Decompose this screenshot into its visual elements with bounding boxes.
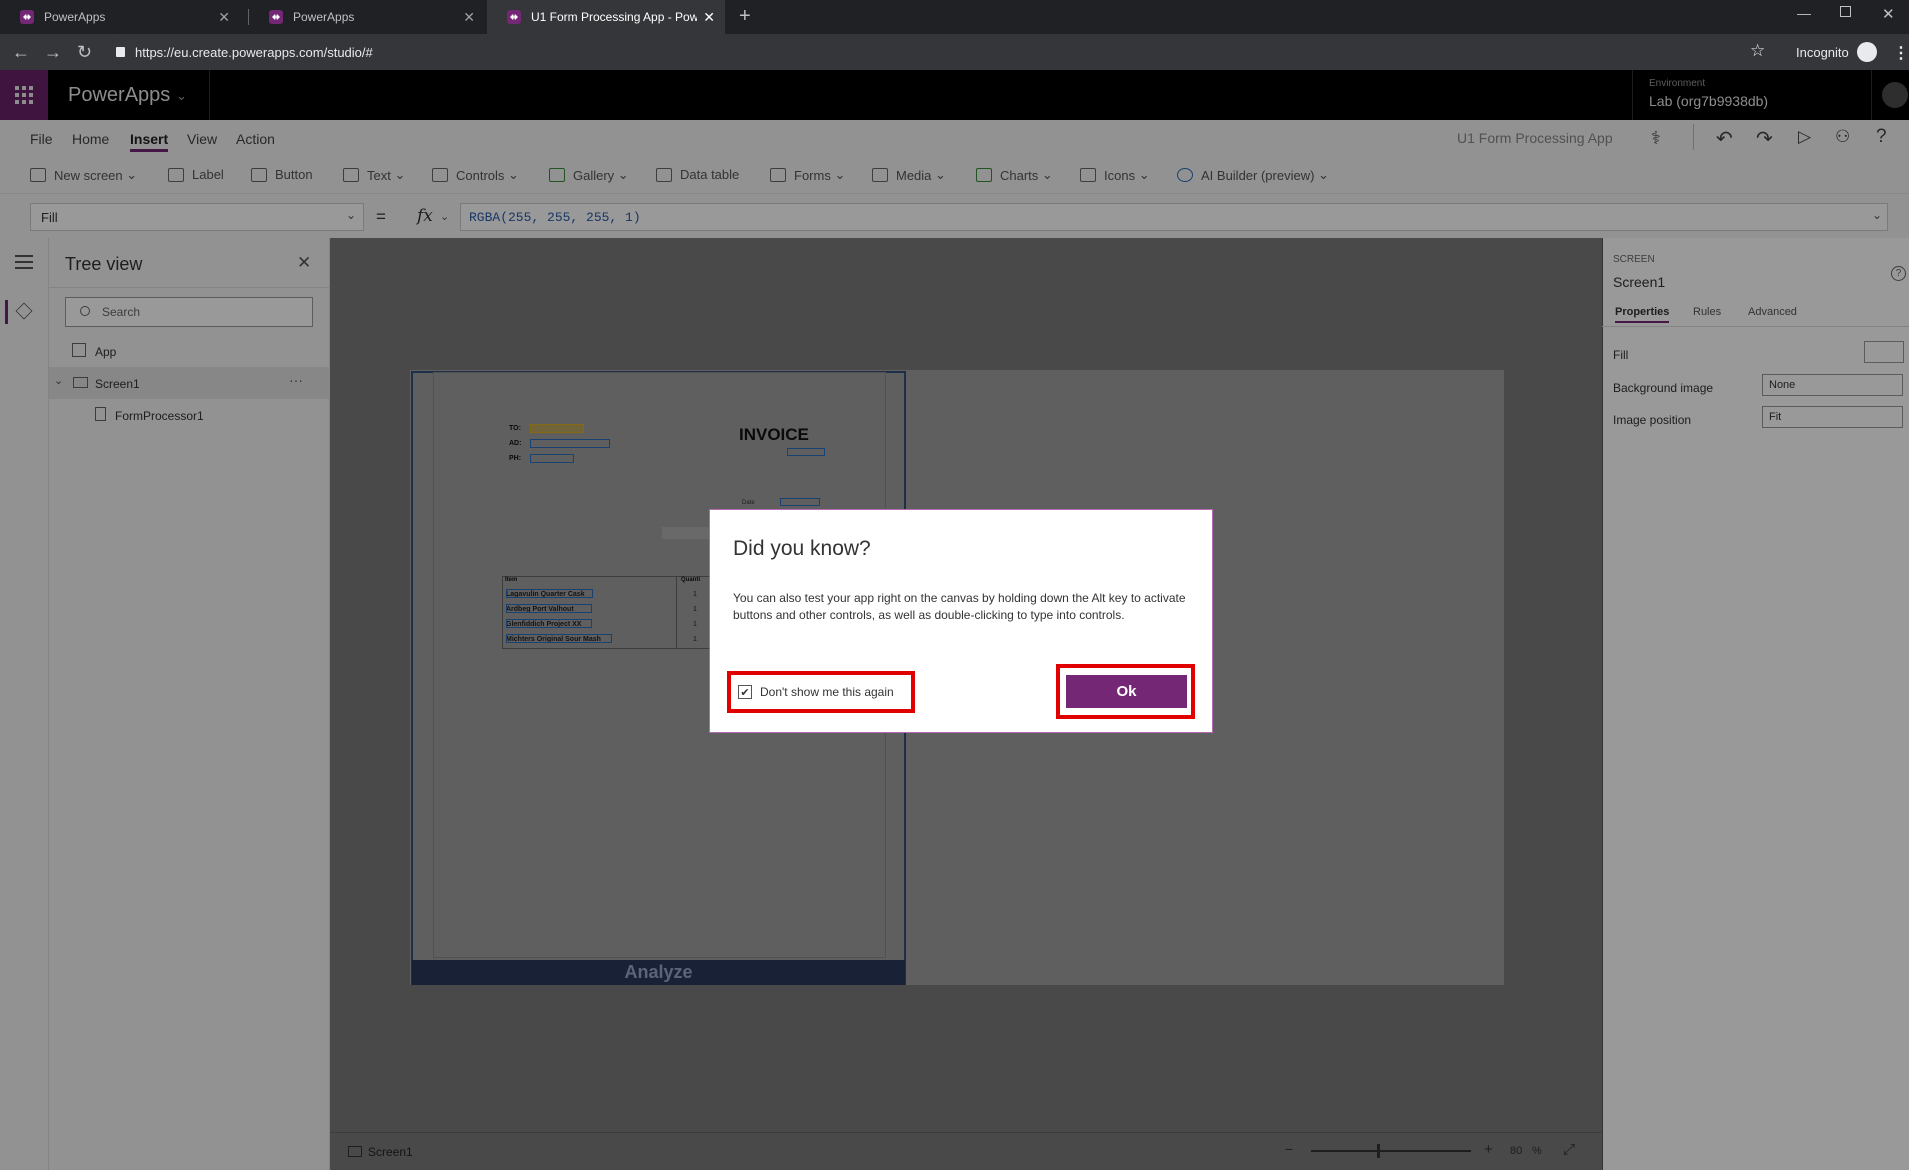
incognito-icon[interactable] [1857,42,1877,62]
dialog-body: You can also test your app right on the … [733,591,1186,622]
ok-button[interactable]: Ok [1066,675,1187,708]
close-tab-icon[interactable]: ✕ [463,9,475,26]
dialog-title: Did you know? [733,537,871,560]
checkmark-icon: ✔ [740,686,750,699]
tab-title: U1 Form Processing App - Power [531,10,698,24]
back-icon[interactable]: ← [12,42,30,63]
browser-tab-active[interactable]: U1 Form Processing App - Power ✕ [487,0,725,34]
browser-menu-icon[interactable]: ⋮ [1893,43,1909,63]
url-field[interactable]: https://eu.create.powerapps.com/studio/# [108,39,1762,65]
checkbox-label[interactable]: Don't show me this again [760,685,894,699]
restore-icon[interactable] [1840,6,1851,17]
tab-title: PowerApps [293,10,355,24]
dont-show-again-checkbox[interactable]: ✔ [738,685,752,699]
forward-icon[interactable]: → [44,42,62,63]
new-tab-icon[interactable]: + [739,5,751,28]
url-text: https://eu.create.powerapps.com/studio/# [135,44,373,60]
browser-tab[interactable]: PowerApps ✕ [0,0,240,34]
incognito-label: Incognito [1796,45,1849,60]
close-tab-icon[interactable]: ✕ [703,9,715,26]
browser-tab[interactable]: PowerApps ✕ [249,0,485,34]
powerapps-logo-icon [507,10,521,24]
powerapps-logo-icon [20,10,34,24]
lock-icon [116,47,125,57]
minimize-icon[interactable]: — [1797,5,1811,21]
close-window-icon[interactable]: ✕ [1882,5,1895,23]
close-tab-icon[interactable]: ✕ [218,9,230,26]
reload-icon[interactable]: ↻ [77,42,92,63]
bookmark-star-icon[interactable]: ☆ [1750,41,1765,61]
tab-title: PowerApps [44,10,106,24]
header-dim-overlay [0,70,1909,120]
powerapps-logo-icon [269,10,283,24]
